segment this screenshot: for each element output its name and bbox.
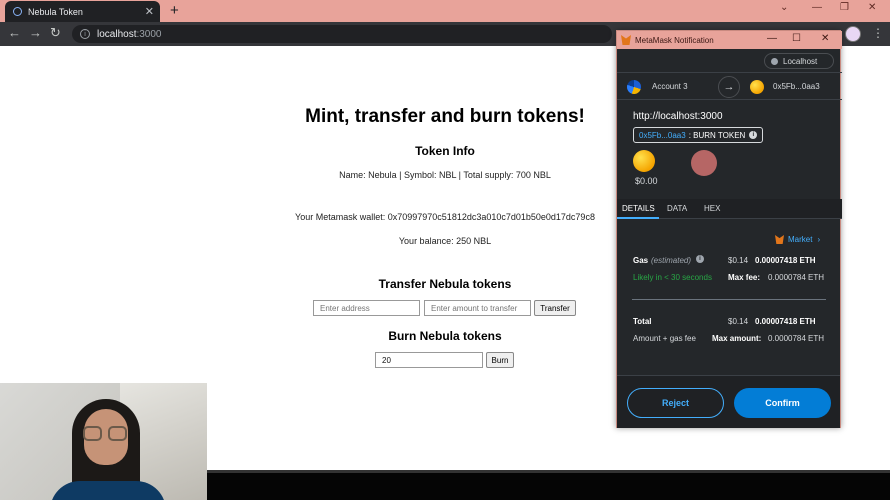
url-port: :3000: [136, 28, 162, 40]
gas-eth: 0.00007418 ETH: [755, 256, 816, 265]
webcam-glasses-right: [108, 426, 127, 441]
close-icon[interactable]: ✕: [821, 33, 829, 44]
amount-gas-label: Amount + gas fee: [633, 334, 696, 343]
burn-button[interactable]: Burn: [486, 352, 514, 368]
to-account-avatar: [750, 80, 764, 94]
webcam-glasses-left: [83, 426, 102, 441]
address-bar[interactable]: i localhost:3000: [72, 25, 612, 43]
max-amount-value: 0.0000784 ETH: [768, 334, 825, 343]
confirm-button[interactable]: Confirm: [734, 388, 831, 418]
metamask-fox-icon: [621, 35, 631, 45]
amount-input[interactable]: Enter amount to transfer: [424, 300, 531, 316]
site-info-icon[interactable]: i: [80, 29, 90, 39]
market-label: Market: [788, 235, 813, 244]
from-account-avatar: [627, 80, 641, 94]
from-account-name[interactable]: Account 3: [652, 82, 688, 91]
reload-icon[interactable]: ↻: [50, 25, 61, 41]
browser-tab-bar: Nebula Token ✕ + ⌄ — ❐ ✕: [0, 0, 890, 22]
browser-tab[interactable]: Nebula Token ✕: [5, 1, 160, 22]
fox-icon: [775, 235, 784, 244]
screen: Nebula Token ✕ + ⌄ — ❐ ✕ ← → ↻ i localho…: [0, 0, 890, 500]
gas-usd: $0.14: [728, 256, 749, 265]
address-input[interactable]: Enter address: [313, 300, 420, 316]
info-icon[interactable]: i: [749, 131, 758, 139]
tab-details[interactable]: DETAILS: [622, 204, 655, 213]
gas-timing: Likely in < 30 seconds: [633, 273, 712, 282]
total-label: Total: [633, 317, 652, 326]
transaction-value: $0.00: [635, 176, 658, 186]
method-name: : BURN TOKEN: [688, 130, 746, 140]
tab-data[interactable]: DATA: [667, 204, 687, 213]
contract-address[interactable]: 0x5Fb...0aa3: [639, 131, 686, 140]
tab-hex[interactable]: HEX: [704, 204, 720, 213]
metamask-window-title: MetaMask Notification: [635, 35, 714, 45]
metamask-titlebar: MetaMask Notification — ☐ ✕: [617, 31, 842, 49]
minimize-icon[interactable]: —: [812, 2, 822, 13]
chevron-right-icon: ›: [817, 235, 821, 244]
forward-icon[interactable]: →: [29, 25, 42, 40]
url-host: localhost: [97, 28, 137, 40]
gas-market-selector[interactable]: Market ›: [775, 235, 820, 244]
react-favicon-icon: [13, 7, 22, 16]
token-avatar: [633, 150, 655, 172]
back-icon[interactable]: ←: [8, 25, 21, 40]
webcam-person-shirt: [50, 481, 166, 500]
tab-close-icon[interactable]: ✕: [145, 5, 154, 18]
details-tab-bar: DETAILS DATA HEX: [617, 199, 842, 219]
webcam-overlay: [0, 383, 207, 500]
restore-icon[interactable]: ❐: [840, 2, 849, 13]
chevron-down-icon[interactable]: ⌄: [780, 2, 788, 13]
total-eth: 0.00007418 ETH: [755, 317, 816, 326]
account-row: Account 3 → 0x5Fb...0aa3: [617, 72, 842, 100]
divider: [632, 299, 826, 300]
reject-button[interactable]: Reject: [627, 388, 724, 418]
new-tab-button[interactable]: +: [170, 2, 179, 19]
network-dot-icon: [771, 57, 778, 65]
metamask-popup: MetaMask Notification — ☐ ✕ Localhost Ac…: [616, 30, 842, 428]
active-tab-underline: [617, 217, 659, 219]
network-selector[interactable]: Localhost: [764, 53, 834, 69]
request-origin: http://localhost:3000: [633, 111, 723, 122]
burn-amount-input[interactable]: 20: [375, 352, 483, 368]
max-fee-value: 0.0000784 ETH: [768, 273, 825, 282]
tab-title: Nebula Token: [28, 6, 83, 17]
more-menu-icon[interactable]: ⋮: [872, 26, 884, 40]
method-badge[interactable]: 0x5Fb...0aa3 : BURN TOKEN i: [633, 127, 764, 143]
network-name: Localhost: [783, 56, 818, 66]
max-amount-label: Max amount:: [712, 334, 762, 343]
max-fee-label: Max fee:: [728, 273, 761, 282]
close-icon[interactable]: ✕: [868, 2, 876, 13]
mouse-cursor-highlight: [691, 150, 717, 176]
maximize-icon[interactable]: ☐: [792, 33, 801, 44]
total-usd: $0.14: [728, 317, 749, 326]
gas-estimated-label: (estimated): [651, 256, 692, 265]
minimize-icon[interactable]: —: [767, 33, 777, 44]
gas-info-icon[interactable]: i: [696, 255, 704, 263]
gas-label: Gas: [633, 256, 649, 265]
profile-avatar[interactable]: [845, 26, 861, 42]
transfer-button[interactable]: Transfer: [534, 300, 576, 316]
to-account-address[interactable]: 0x5Fb...0aa3: [773, 82, 820, 91]
action-footer: Reject Confirm: [617, 375, 840, 428]
arrow-right-icon: →: [718, 76, 740, 98]
scroll-strip: [205, 470, 890, 473]
